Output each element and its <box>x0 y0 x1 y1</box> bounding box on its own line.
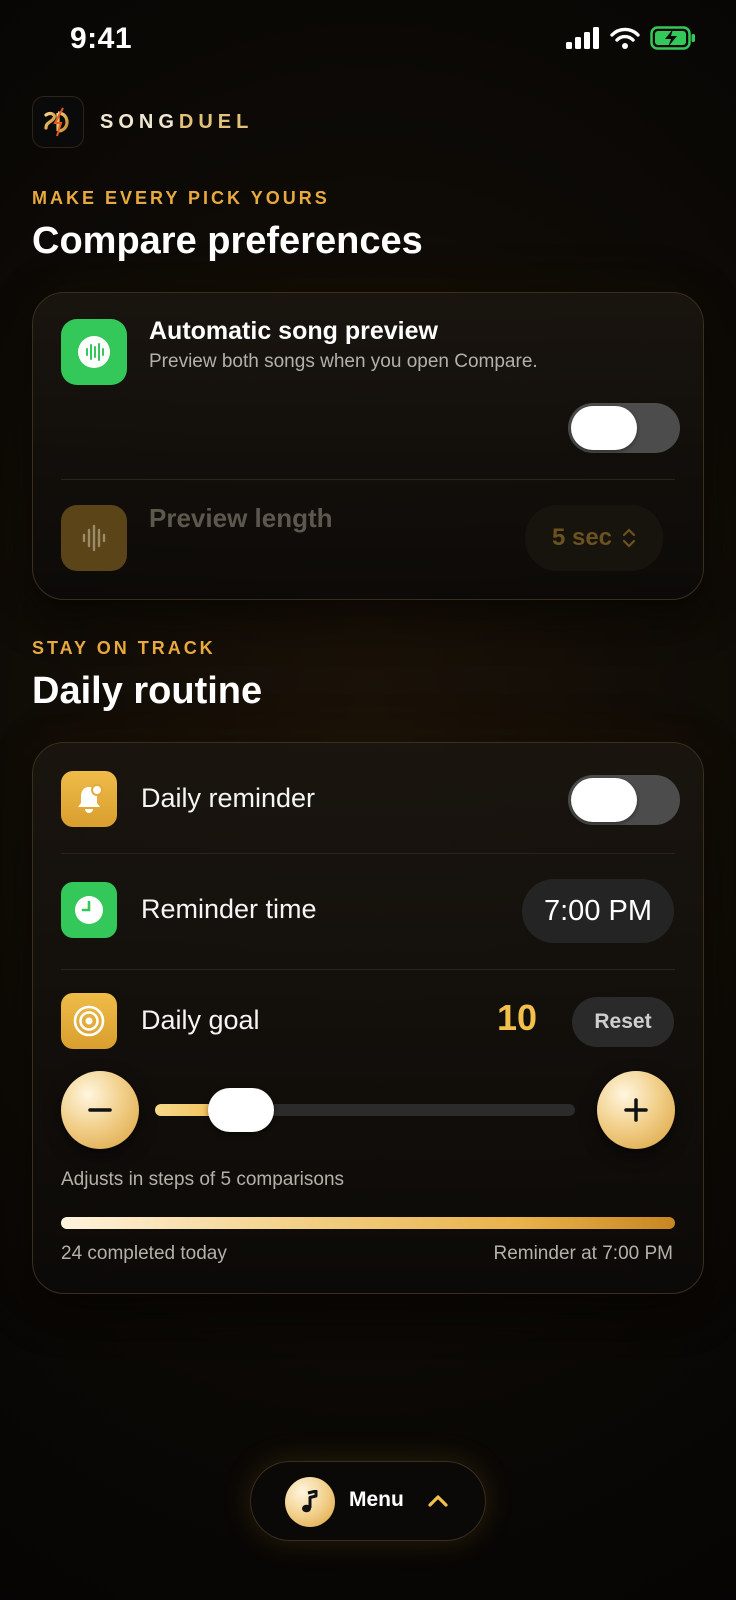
goal-slider-track[interactable] <box>155 1088 575 1132</box>
preview-length-picker[interactable]: 5 sec <box>525 505 663 571</box>
auto-preview-toggle[interactable] <box>568 403 680 453</box>
reminder-time-icon-tile <box>61 882 117 938</box>
toggle-knob <box>571 778 637 822</box>
goal-slider-thumb[interactable] <box>208 1088 275 1132</box>
brand-name-part1: SONG <box>100 110 179 133</box>
preview-length-icon-tile <box>61 505 127 571</box>
compare-eyebrow: MAKE EVERY PICK YOURS <box>32 188 330 208</box>
daily-reminder-label: Daily reminder <box>141 783 316 813</box>
divider <box>61 479 675 480</box>
daily-progress-bar <box>61 1217 675 1229</box>
daily-routine-card: Daily reminder Reminder time 7:00 PM Dai… <box>32 742 704 1294</box>
battery-charging-icon <box>650 26 695 50</box>
status-time: 9:41 <box>70 22 133 55</box>
daily-reminder-icon-tile <box>61 771 117 827</box>
reset-button[interactable]: Reset <box>572 997 674 1047</box>
daily-goal-label: Daily goal <box>141 1005 260 1035</box>
auto-preview-title: Automatic song preview <box>149 317 438 345</box>
menu-label: Menu <box>349 1488 404 1511</box>
auto-preview-icon-tile <box>61 319 127 385</box>
routine-section-title: Daily routine <box>32 670 263 712</box>
waveform-icon <box>82 524 106 552</box>
decrement-goal-button[interactable] <box>61 1071 139 1149</box>
minus-icon <box>88 1108 112 1112</box>
app-logo <box>32 96 84 148</box>
routine-eyebrow: STAY ON TRACK <box>32 638 216 658</box>
brand-name-part2: DUEL <box>178 110 254 133</box>
preview-length-value: 5 sec <box>551 524 613 551</box>
reminder-time-picker[interactable]: 7:00 PM <box>522 879 674 943</box>
bell-icon <box>78 784 103 813</box>
completed-today-text: 24 completed today <box>61 1243 227 1264</box>
target-icon <box>73 1005 105 1037</box>
plus-icon <box>624 1098 648 1122</box>
increment-goal-button[interactable] <box>597 1071 675 1149</box>
status-bar: 9:41 <box>0 0 736 80</box>
daily-progress-fill <box>61 1217 675 1229</box>
preview-length-label: Preview length <box>149 503 333 533</box>
daily-reminder-toggle[interactable] <box>568 775 680 825</box>
toggle-knob <box>571 406 637 450</box>
reminder-time-label: Reminder time <box>141 894 317 924</box>
signal-icon <box>566 27 599 49</box>
chevron-up-down-icon <box>622 528 636 548</box>
compare-preferences-card: Automatic song preview Preview both song… <box>32 292 704 600</box>
app-name: SONGDUEL <box>100 111 253 134</box>
daily-goal-value: 10 <box>497 997 538 1038</box>
music-note-icon <box>285 1477 335 1527</box>
status-icons <box>566 26 696 50</box>
daily-goal-icon-tile <box>61 993 117 1049</box>
divider <box>61 969 675 970</box>
wifi-icon <box>610 27 640 49</box>
steps-note: Adjusts in steps of 5 comparisons <box>61 1169 345 1190</box>
chevron-up-icon <box>428 1495 448 1507</box>
divider <box>61 853 675 854</box>
clock-icon <box>75 896 103 924</box>
auto-preview-subtitle: Preview both songs when you open Compare… <box>149 351 538 372</box>
compare-section-title: Compare preferences <box>32 220 423 262</box>
menu-button[interactable]: Menu <box>250 1461 486 1541</box>
brand-header: SONGDUEL <box>32 96 253 148</box>
waveform-icon <box>78 336 110 368</box>
reminder-at-text: Reminder at 7:00 PM <box>493 1243 673 1264</box>
